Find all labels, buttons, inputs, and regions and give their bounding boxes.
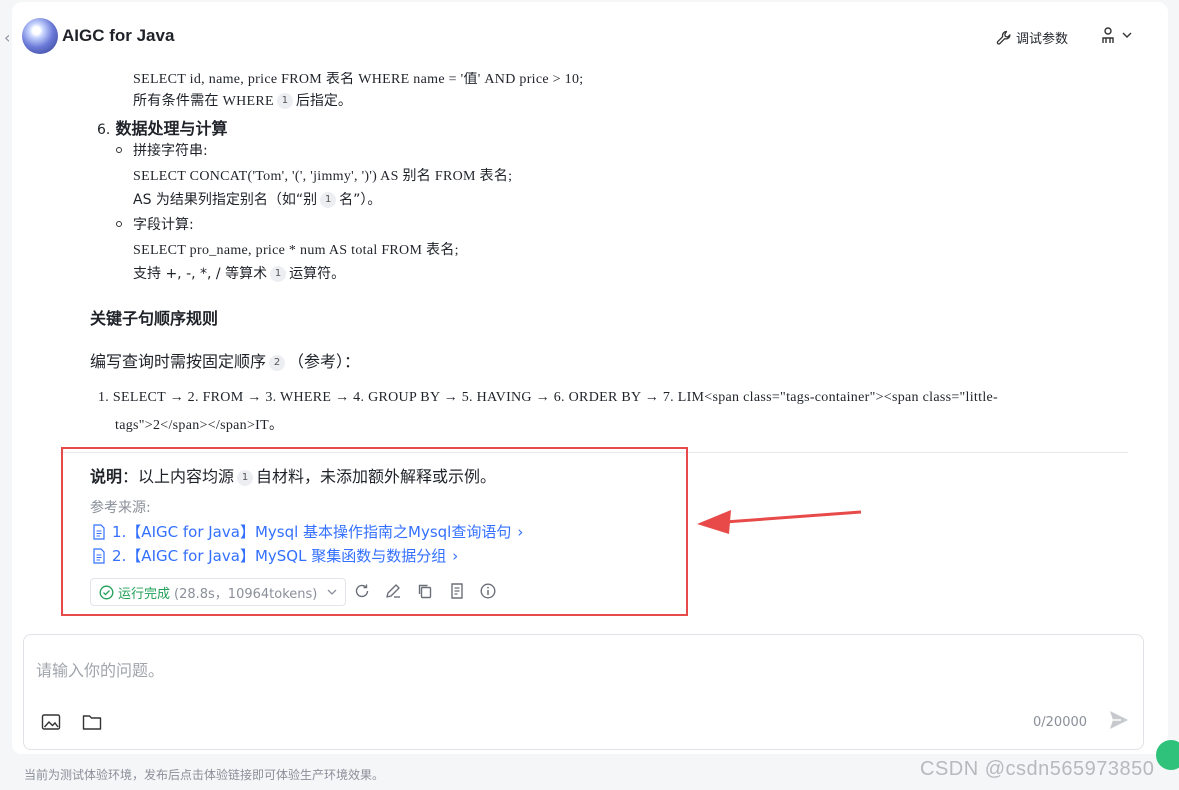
citation-badge[interactable]: 1 xyxy=(276,93,293,109)
chevron-down-icon xyxy=(1122,32,1132,38)
app-title: AIGC for Java xyxy=(62,26,175,45)
order-list-line-cont: tags">2</span></span>IT。 xyxy=(115,418,284,433)
environment-note: 当前为测试体验环境，发布后点击体验链接即可体验生产环境效果。 xyxy=(24,768,385,782)
item-label: 字段计算: xyxy=(133,217,194,233)
where-note-text: 所有条件需在 WHERE xyxy=(133,94,274,109)
code-line-partial: SELECT id, name, price FROM 表名 WHERE nam… xyxy=(133,72,584,87)
floating-assistant-button[interactable] xyxy=(1156,740,1179,770)
citation-badge[interactable]: 1 xyxy=(320,192,337,208)
item-note-text: 支持 +, -, *, / 等算术 xyxy=(133,266,268,282)
code-line: SELECT pro_name, price * num AS total FR… xyxy=(133,243,459,258)
section-6-number: 6. xyxy=(97,122,111,138)
highlight-box xyxy=(61,447,688,616)
image-icon[interactable] xyxy=(41,713,61,731)
rules-intro-text-end: （参考）： xyxy=(288,352,361,371)
user-menu-button[interactable] xyxy=(1100,26,1132,44)
chat-input-box[interactable]: 请输入你的问题。 0/20000 xyxy=(23,634,1144,750)
item-note: 支持 +, -, *, / 等算术 1 运算符。 xyxy=(133,263,345,283)
debug-params-label: 调试参数 xyxy=(1016,32,1069,47)
rules-intro: 编写查询时需按固定顺序 2 （参考）： xyxy=(90,348,360,372)
code-line: SELECT CONCAT('Tom', '(', 'jimmy', ')') … xyxy=(133,169,513,184)
item-note: AS 为结果列指定别名（如“别 1 名”）。 xyxy=(133,189,381,209)
char-counter: 0/20000 xyxy=(1033,715,1088,730)
where-note: 所有条件需在 WHERE 1 后指定。 xyxy=(133,90,352,110)
csdn-watermark: CSDN @csdn565973850 xyxy=(920,758,1155,780)
folder-icon[interactable] xyxy=(82,713,102,731)
wrench-icon xyxy=(996,30,1011,45)
item-note-text-end: 名”）。 xyxy=(339,192,382,208)
citation-badge[interactable]: 1 xyxy=(270,266,287,282)
rules-heading: 关键子句顺序规则 xyxy=(90,309,219,328)
user-icon xyxy=(1102,27,1114,43)
header: ‹ AIGC for Java 调试参数 xyxy=(0,14,1179,62)
app-avatar xyxy=(22,18,58,54)
citation-badge[interactable]: 2 xyxy=(269,354,286,371)
bullet xyxy=(116,147,122,153)
section-6-title: 数据处理与计算 xyxy=(115,119,228,138)
item-note-text-end: 运算符。 xyxy=(289,266,346,282)
question-input-placeholder[interactable]: 请输入你的问题。 xyxy=(36,657,164,681)
debug-params-button[interactable]: 调试参数 xyxy=(996,28,1068,47)
app-window: ‹ AIGC for Java 调试参数 SELECT id, name, pr… xyxy=(0,0,1179,790)
where-note-text-end: 后指定。 xyxy=(295,93,352,109)
send-icon[interactable] xyxy=(1108,709,1130,731)
top-fade xyxy=(60,60,1140,66)
back-chevron-icon[interactable]: ‹ xyxy=(4,28,10,47)
arrow-annotation xyxy=(697,510,862,534)
section-6-heading: 6. 数据处理与计算 xyxy=(97,115,227,139)
order-list-line: 1. SELECT → 2. FROM → 3. WHERE → 4. GROU… xyxy=(98,390,998,405)
item-label: 拼接字符串: xyxy=(133,143,208,159)
bullet xyxy=(116,221,122,227)
item-note-text: AS 为结果列指定别名（如“别 xyxy=(133,192,318,208)
rules-intro-text: 编写查询时需按固定顺序 xyxy=(90,352,267,371)
